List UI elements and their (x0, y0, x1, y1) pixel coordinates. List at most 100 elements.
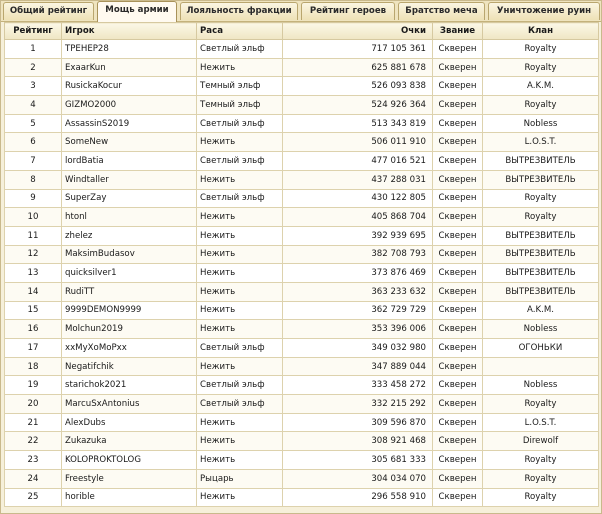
player-name-link[interactable]: quicksilver1 (61, 263, 197, 283)
table-row: 21 AlexDubs Нежить 309 596 870 Скверен L.O.S.… (4, 412, 599, 433)
clan-link[interactable] (482, 356, 599, 377)
points-cell: 625 881 678 (282, 57, 433, 78)
points-cell: 437 288 031 (282, 169, 433, 190)
points-cell: 349 032 980 (282, 338, 433, 358)
column-header-player[interactable]: Игрок (61, 22, 197, 40)
player-name-link[interactable]: AlexDubs (61, 412, 197, 433)
title-cell: Скверен (432, 338, 483, 358)
clan-link[interactable]: Royalty (482, 450, 599, 470)
column-header-rank[interactable]: Рейтинг (4, 22, 62, 40)
tab-brotherhood-of-sword[interactable]: Братство меча (398, 2, 485, 20)
race-cell: Нежить (196, 207, 283, 227)
clan-link[interactable]: Nobless (482, 375, 599, 396)
table-row: 22 Zukazuka Нежить 308 921 468 Скверен Direwo… (4, 431, 599, 452)
points-cell: 363 233 632 (282, 281, 433, 302)
clan-link[interactable]: ВЫТРЕЗВИТЕЛЬ (482, 151, 599, 171)
player-name-link[interactable]: MaksimBudasov (61, 244, 197, 265)
clan-link[interactable]: ВЫТРЕЗВИТЕЛЬ (482, 169, 599, 190)
tab-army-power[interactable]: Мощь армии (97, 1, 177, 22)
player-name-link[interactable]: ТРЕНЕР28 (61, 39, 197, 59)
table-row: 8 Windtaller Нежить 437 288 031 Скверен ВЫТРЕ… (4, 169, 599, 190)
clan-link[interactable]: Nobless (482, 319, 599, 339)
clan-link[interactable]: Direwolf (482, 431, 599, 452)
player-name-link[interactable]: Windtaller (61, 169, 197, 190)
race-cell: Светлый эльф (196, 375, 283, 396)
clan-link[interactable]: ОГОНЬКИ (482, 338, 599, 358)
points-cell: 304 034 070 (282, 468, 433, 489)
player-name-link[interactable]: SuperZay (61, 188, 197, 209)
rank-cell: 11 (4, 225, 62, 246)
clan-link[interactable]: ВЫТРЕЗВИТЕЛЬ (482, 225, 599, 246)
clan-link[interactable]: Nobless (482, 113, 599, 134)
tab-faction-loyalty[interactable]: Лояльность фракции (180, 2, 298, 20)
player-name-link[interactable]: horible (61, 487, 197, 508)
race-cell: Светлый эльф (196, 188, 283, 209)
title-cell: Скверен (432, 244, 483, 265)
title-cell: Скверен (432, 132, 483, 153)
title-cell: Скверен (432, 188, 483, 209)
table-row: 12 MaksimBudasov Нежить 382 708 793 Скверен В… (4, 244, 599, 265)
player-name-link[interactable]: ExaarKun (61, 57, 197, 78)
table-row: 6 SomeNew Нежить 506 011 910 Скверен L.O.S.T. (4, 132, 599, 153)
player-name-link[interactable]: lordBatia (61, 151, 197, 171)
race-cell: Нежить (196, 225, 283, 246)
race-cell: Светлый эльф (196, 338, 283, 358)
player-name-link[interactable]: SomeNew (61, 132, 197, 153)
title-cell: Скверен (432, 356, 483, 377)
table-row: 5 AssassinS2019 Светлый эльф 513 343 819 Скв… (4, 113, 599, 134)
column-header-clan[interactable]: Клан (482, 22, 599, 40)
rank-cell: 23 (4, 450, 62, 470)
points-cell: 305 681 333 (282, 450, 433, 470)
race-cell: Темный эльф (196, 95, 283, 115)
player-name-link[interactable]: xxMyXoMoPxx (61, 338, 197, 358)
clan-link[interactable]: Royalty (482, 39, 599, 59)
clan-link[interactable]: Royalty (482, 57, 599, 78)
column-header-points[interactable]: Очки (282, 22, 433, 40)
player-name-link[interactable]: zhelez (61, 225, 197, 246)
clan-link[interactable]: A.K.M. (482, 300, 599, 321)
player-name-link[interactable]: GIZMO2000 (61, 95, 197, 115)
clan-link[interactable]: Royalty (482, 188, 599, 209)
table-row: 10 htonl Нежить 405 868 704 Скверен Royalty (4, 207, 599, 227)
table-row: 18 Negatifchik Нежить 347 889 044 Скверен (4, 356, 599, 377)
player-name-link[interactable]: starichok2021 (61, 375, 197, 396)
player-name-link[interactable]: Zukazuka (61, 431, 197, 452)
rank-cell: 14 (4, 281, 62, 302)
player-name-link[interactable]: AssassinS2019 (61, 113, 197, 134)
player-name-link[interactable]: Negatifchik (61, 356, 197, 377)
tab-hero-rating[interactable]: Рейтинг героев (301, 2, 395, 20)
points-cell: 524 926 364 (282, 95, 433, 115)
race-cell: Нежить (196, 412, 283, 433)
race-cell: Нежить (196, 319, 283, 339)
tab-general-rating[interactable]: Общий рейтинг (3, 2, 94, 20)
player-name-link[interactable]: MarcuSxAntonius (61, 394, 197, 414)
clan-link[interactable]: Royalty (482, 468, 599, 489)
title-cell: Скверен (432, 76, 483, 97)
player-name-link[interactable]: RudiTT (61, 281, 197, 302)
race-cell: Нежить (196, 244, 283, 265)
column-header-title[interactable]: Звание (432, 22, 483, 40)
player-name-link[interactable]: Freestyle (61, 468, 197, 489)
clan-link[interactable]: Royalty (482, 95, 599, 115)
clan-link[interactable]: ВЫТРЕЗВИТЕЛЬ (482, 244, 599, 265)
clan-link[interactable]: ВЫТРЕЗВИТЕЛЬ (482, 281, 599, 302)
player-name-link[interactable]: Molchun2019 (61, 319, 197, 339)
tab-ruins-destruction[interactable]: Уничтожение руин (488, 2, 600, 20)
player-name-link[interactable]: KOLOPROKTOLOG (61, 450, 197, 470)
clan-link[interactable]: L.O.S.T. (482, 132, 599, 153)
table-row: 19 starichok2021 Светлый эльф 333 458 272 Ск… (4, 375, 599, 396)
race-cell: Нежить (196, 169, 283, 190)
column-header-race[interactable]: Раса (196, 22, 283, 40)
clan-link[interactable]: Royalty (482, 207, 599, 227)
clan-link[interactable]: Royalty (482, 487, 599, 508)
player-name-link[interactable]: RusickaKocur (61, 76, 197, 97)
player-name-link[interactable]: htonl (61, 207, 197, 227)
race-cell: Нежить (196, 132, 283, 153)
clan-link[interactable]: L.O.S.T. (482, 412, 599, 433)
rank-cell: 12 (4, 244, 62, 265)
table-row: 2 ExaarKun Нежить 625 881 678 Скверен Royalty (4, 57, 599, 78)
clan-link[interactable]: A.K.M. (482, 76, 599, 97)
clan-link[interactable]: ВЫТРЕЗВИТЕЛЬ (482, 263, 599, 283)
player-name-link[interactable]: 9999DEMON9999 (61, 300, 197, 321)
clan-link[interactable]: Royalty (482, 394, 599, 414)
